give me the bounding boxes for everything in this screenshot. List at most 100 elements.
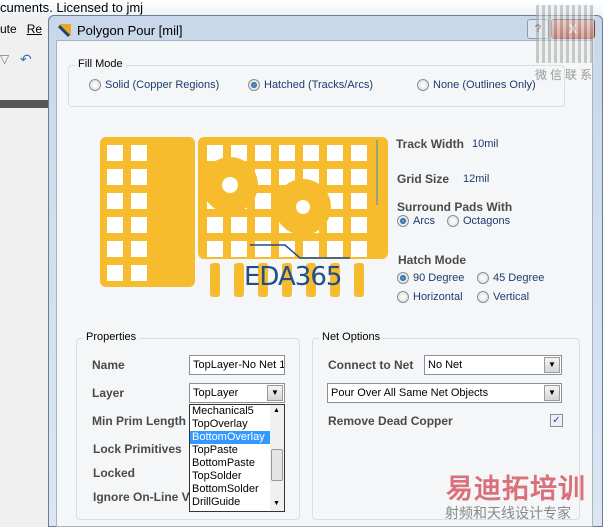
radio-button[interactable] <box>447 215 459 227</box>
radio-label: 90 Degree <box>413 272 465 284</box>
radio-label: None (Outlines Only) <box>433 79 536 91</box>
dropdown-scrollbar[interactable]: ▲ ▼ <box>270 405 284 511</box>
remove-dead-copper-checkbox[interactable]: ✓ <box>550 414 563 427</box>
copper-finger <box>210 263 220 297</box>
properties-label: Properties <box>83 331 140 343</box>
hatch-hole <box>131 193 147 209</box>
hatch-hole <box>107 265 123 281</box>
name-label: Name <box>92 358 125 372</box>
hatch-hole <box>131 265 147 281</box>
hatch-mode-label: Hatch Mode <box>398 253 467 267</box>
hatch-hole <box>231 217 247 233</box>
radio-label: Vertical <box>493 291 530 303</box>
connect-to-net-select[interactable]: No Net ▼ <box>424 355 562 375</box>
radio-button[interactable] <box>477 291 489 303</box>
locked-label: Locked <box>93 466 136 480</box>
radio-button[interactable] <box>248 79 260 91</box>
copper-finger <box>234 263 244 297</box>
hatch-hole <box>327 169 343 185</box>
pad-hole <box>222 177 238 193</box>
menu-item-reports[interactable]: Re <box>27 22 42 36</box>
hatch-hole <box>107 145 123 161</box>
copper-finger <box>354 263 364 297</box>
dropdown-item[interactable]: TopOverlay <box>190 418 270 431</box>
radio-label: Solid (Copper Regions) <box>105 79 220 91</box>
dropdown-item[interactable]: BottomSolder <box>190 483 270 496</box>
dropdown-item[interactable]: TopPaste <box>190 444 270 457</box>
slogan-watermark: 射频和天线设计专家 <box>445 505 571 521</box>
layer-label: Layer <box>92 386 125 400</box>
hatch-hole <box>107 217 123 233</box>
dropdown-item[interactable]: TopSolder <box>190 470 270 483</box>
dropdown-item[interactable]: BottomPaste <box>190 457 270 470</box>
menu-item-route[interactable]: ute <box>0 22 17 36</box>
connect-value: No Net <box>428 359 463 371</box>
layer-select[interactable]: TopLayer ▼ <box>189 383 285 403</box>
radio-button[interactable] <box>397 291 409 303</box>
background-window-title: cuments. Licensed to jmj <box>0 0 603 16</box>
radio-45-degree[interactable]: 45 Degree <box>477 272 544 284</box>
hatch-hole <box>351 241 367 257</box>
pad-hole <box>296 200 310 214</box>
hatch-hole <box>303 145 319 161</box>
scroll-up-icon[interactable]: ▲ <box>273 407 280 414</box>
grid-size-value[interactable]: 12mil <box>463 173 489 185</box>
radio-button[interactable] <box>397 272 409 284</box>
filter-icon[interactable]: ▽ <box>0 52 9 66</box>
radio-hatched[interactable]: Hatched (Tracks/Arcs) <box>248 79 373 91</box>
scroll-down-icon[interactable]: ▼ <box>273 500 280 507</box>
hatch-hole <box>231 241 247 257</box>
hatch-hole <box>351 217 367 233</box>
background-toolbar: ▽ ↶ <box>0 48 48 72</box>
hatch-hole <box>351 193 367 209</box>
hatch-hole <box>131 145 147 161</box>
scroll-thumb[interactable] <box>271 449 283 481</box>
pour-over-select[interactable]: Pour Over All Same Net Objects ▼ <box>327 383 562 403</box>
hatch-hole <box>131 241 147 257</box>
radio-solid[interactable]: Solid (Copper Regions) <box>89 79 219 91</box>
net-options-label: Net Options <box>319 331 384 343</box>
hatch-hole <box>207 217 223 233</box>
chevron-down-icon[interactable]: ▼ <box>267 385 283 401</box>
radio-button[interactable] <box>89 79 101 91</box>
hatch-hole <box>107 169 123 185</box>
background-divider <box>0 100 48 108</box>
polygon-icon <box>57 24 71 38</box>
radio-label: Horizontal <box>413 291 463 303</box>
qr-caption-watermark: 微信联系 <box>535 68 596 82</box>
layer-dropdown-list[interactable]: Mechanical5 TopOverlay BottomOverlay Top… <box>189 404 285 512</box>
radio-octagons[interactable]: Octagons <box>447 215 510 227</box>
radio-button[interactable] <box>397 215 409 227</box>
radio-button[interactable] <box>477 272 489 284</box>
radio-button[interactable] <box>417 79 429 91</box>
ignore-online-label: Ignore On-Line V <box>93 490 190 504</box>
chevron-down-icon[interactable]: ▼ <box>544 385 560 401</box>
min-prim-length-label: Min Prim Length <box>92 414 186 428</box>
grid-size-label: Grid Size <box>397 172 450 186</box>
dropdown-item[interactable]: Mechanical5 <box>190 405 270 418</box>
surround-pads-label: Surround Pads With <box>397 200 513 214</box>
hatch-hole <box>327 145 343 161</box>
name-input[interactable]: TopLayer-No Net 1 <box>189 355 285 375</box>
radio-arcs[interactable]: Arcs <box>397 215 435 227</box>
radio-label: Arcs <box>413 215 435 227</box>
undo-icon[interactable]: ↶ <box>20 51 32 68</box>
fill-mode-label: Fill Mode <box>75 58 126 70</box>
hatch-hole <box>207 145 223 161</box>
dropdown-item[interactable]: DrillGuide <box>190 496 270 509</box>
hatch-hole <box>255 145 271 161</box>
hatch-hole <box>107 241 123 257</box>
hatch-hole <box>351 169 367 185</box>
radio-label: Octagons <box>463 215 511 227</box>
radio-horizontal[interactable]: Horizontal <box>397 291 463 303</box>
qr-code-watermark <box>536 5 594 63</box>
dropdown-item-selected[interactable]: BottomOverlay <box>190 431 270 444</box>
radio-none[interactable]: None (Outlines Only) <box>417 79 536 91</box>
track-width-value[interactable]: 10mil <box>472 138 498 150</box>
radio-90-degree[interactable]: 90 Degree <box>397 272 464 284</box>
lock-primitives-label: Lock Primitives <box>93 442 182 456</box>
chevron-down-icon[interactable]: ▼ <box>544 357 560 373</box>
radio-label: 45 Degree <box>493 272 545 284</box>
hatch-hole <box>255 241 271 257</box>
radio-vertical[interactable]: Vertical <box>477 291 529 303</box>
